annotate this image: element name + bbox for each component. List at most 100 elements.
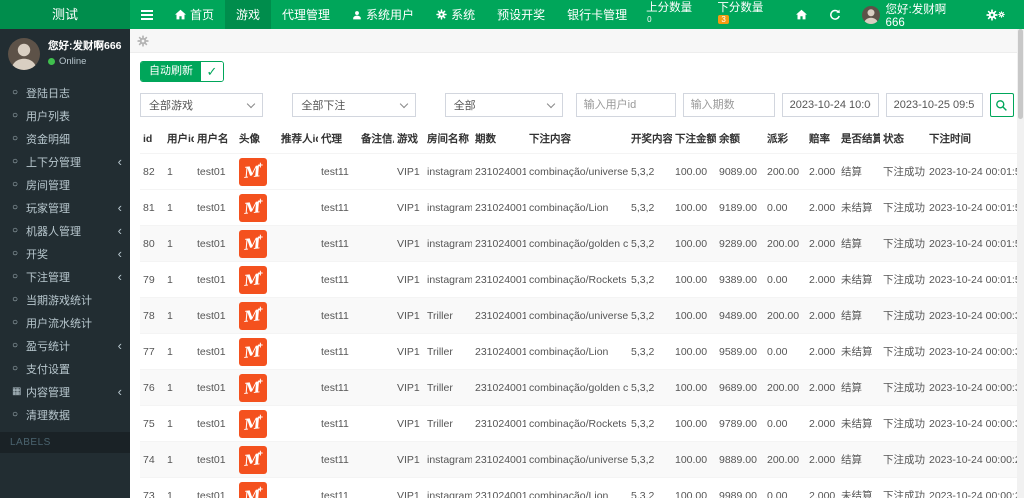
cell-odds: 2.000 [806,226,838,262]
auto-refresh-toggle[interactable]: 自动刷新 ✓ [140,61,224,82]
cell-referrer_id [278,190,318,226]
sidebar-item-开奖[interactable]: ○开奖‹ [0,242,130,265]
cell-room: Triller [424,406,472,442]
cell-balance: 9189.00 [716,190,764,226]
home-icon[interactable] [787,9,816,20]
sidebar-item-盈亏统计[interactable]: ○盈亏统计‹ [0,334,130,357]
nav-item-代理管理[interactable]: 代理管理 [271,0,341,29]
main-content: 自动刷新 ✓ 全部游戏 全部下注 全部 id用户id用户名头像推荐人id代理 [130,29,1024,498]
cell-period: 231024001 [472,442,526,478]
user-id-input[interactable] [576,93,676,117]
home-icon [175,9,186,20]
nav-item-首页[interactable]: 首页 [164,0,225,29]
sidebar-item-资金明细[interactable]: ○资金明细 [0,127,130,150]
cell-referrer_id [278,406,318,442]
cell-bet_amount: 100.00 [672,442,716,478]
date-from-input[interactable] [782,93,879,117]
sidebar-item-用户列表[interactable]: ○用户列表 [0,104,130,127]
column-header: 期数 [472,124,526,154]
cell-referrer_id [278,334,318,370]
bet-type-select[interactable]: 全部下注 [292,93,415,117]
cell-note [358,190,394,226]
cell-note [358,226,394,262]
sidebar-item-支付设置[interactable]: ○支付设置 [0,357,130,380]
down-score-link[interactable]: 下分数量3 [709,0,782,30]
cell-odds: 2.000 [806,298,838,334]
sidebar-item-清理数据[interactable]: ○清理数据 [0,403,130,426]
cell-note [358,334,394,370]
top-navbar: 测试 首页游戏代理管理系统用户系统预设开奖银行卡管理 上分数量0 下分数量3 您… [0,0,1024,29]
cell-room: Triller [424,298,472,334]
brand-logo[interactable]: 测试 [0,0,130,29]
up-score-link[interactable]: 上分数量0 [638,0,705,30]
sidebar-item-玩家管理[interactable]: ○玩家管理‹ [0,196,130,219]
nav-item-银行卡管理[interactable]: 银行卡管理 [556,0,638,29]
cell-period: 231024001 [472,406,526,442]
sidebar-item-机器人管理[interactable]: ○机器人管理‹ [0,219,130,242]
cell-period: 231024001 [472,154,526,190]
cell-period: 231024001 [472,478,526,498]
nav-item-游戏[interactable]: 游戏 [225,0,271,29]
avatar [862,6,880,24]
cell-note [358,478,394,498]
grid-icon: ▦ [12,386,26,397]
cell-username: test01 [194,226,236,262]
nav-item-系统用户[interactable]: 系统用户 [341,0,425,29]
scrollbar-thumb[interactable] [1018,29,1023,119]
cogs-icon[interactable] [977,9,1014,21]
cell-game: VIP1 [394,406,424,442]
cell-username: test01 [194,370,236,406]
table-row: 741test01M+test11VIP1instagram231024001c… [140,442,1024,478]
gear-icon [436,9,447,20]
vertical-scrollbar [1017,29,1024,498]
sidebar-item-房间管理[interactable]: ○房间管理 [0,173,130,196]
sidebar-item-用户流水统计[interactable]: ○用户流水统计 [0,311,130,334]
sidebar: 您好:发财啊666 Online ○登陆日志○用户列表○资金明细○上下分管理‹○… [0,29,130,498]
game-select[interactable]: 全部游戏 [140,93,263,117]
sidebar-item-内容管理[interactable]: ▦内容管理‹ [0,380,130,403]
sidebar-item-下注管理[interactable]: ○下注管理‹ [0,265,130,288]
cell-balance: 9589.00 [716,334,764,370]
sidebar-item-当期游戏统计[interactable]: ○当期游戏统计 [0,288,130,311]
sidebar-item-上下分管理[interactable]: ○上下分管理‹ [0,150,130,173]
cell-bet_time: 2023-10-24 00:01:54 [926,262,1024,298]
cell-user_id: 1 [164,262,194,298]
refresh-icon[interactable] [820,9,850,21]
cell-draw_result: 5,3,2 [628,190,672,226]
cell-bet_time: 2023-10-24 00:00:35 [926,406,1024,442]
cell-note [358,262,394,298]
cell-note [358,406,394,442]
user-menu[interactable]: 您好:发财啊666 [854,1,973,29]
cell-balance: 9489.00 [716,298,764,334]
cell-payout: 200.00 [764,370,806,406]
sidebar-item-登陆日志[interactable]: ○登陆日志 [0,81,130,104]
cell-id: 73 [140,478,164,498]
sidebar-item-label: 支付设置 [26,361,122,377]
cell-id: 76 [140,370,164,406]
avatar [8,38,40,70]
circle-o-icon: ○ [12,179,26,190]
cell-draw_result: 5,3,2 [628,226,672,262]
cell-user_id: 1 [164,226,194,262]
cell-balance: 9289.00 [716,226,764,262]
settings-gear-icon[interactable] [137,35,149,47]
user-avatar-mi-logo: M+ [239,338,267,366]
online-status: Online [48,56,122,67]
sidebar-item-label: 用户流水统计 [26,315,122,331]
cell-payout: 0.00 [764,262,806,298]
up-score-badge: 0 [647,15,651,24]
cell-avatar: M+ [236,442,278,478]
nav-item-系统[interactable]: 系统 [425,0,486,29]
column-header: 下注金额 [672,124,716,154]
nav-item-预设开奖[interactable]: 预设开奖 [486,0,556,29]
search-button[interactable] [990,93,1014,117]
cell-settle: 未结算 [838,262,880,298]
content-topstrip [130,29,1024,53]
sidebar-toggle-icon[interactable] [130,0,164,29]
all-select[interactable]: 全部 [445,93,563,117]
period-input[interactable] [683,93,775,117]
chevron-left-icon: ‹ [118,157,122,167]
chevron-down-icon [247,99,255,107]
cell-bet_content: combinação/universe [526,298,628,334]
date-to-input[interactable] [886,93,983,117]
